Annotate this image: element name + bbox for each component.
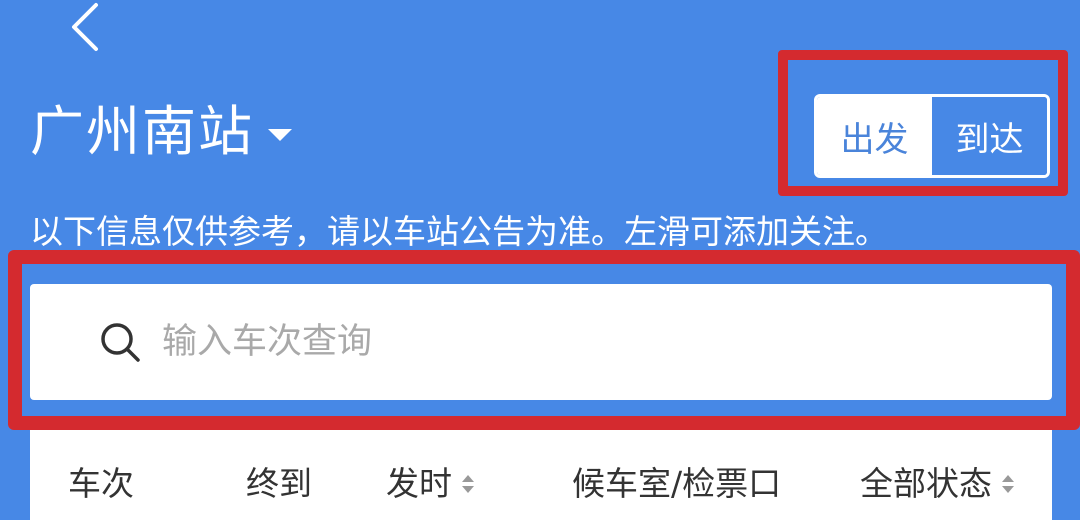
annotation-highlight-search <box>8 250 1080 430</box>
station-name: 广州南站 <box>30 100 254 163</box>
sort-icon <box>462 475 474 493</box>
back-button[interactable] <box>58 0 112 54</box>
column-status-filter[interactable]: 全部状态 <box>860 456 1014 512</box>
column-label: 终到 <box>246 464 312 503</box>
column-label: 车次 <box>68 464 134 503</box>
column-label: 候车室/检票口 <box>572 464 782 503</box>
column-label: 发时 <box>386 464 452 503</box>
column-train[interactable]: 车次 <box>68 456 134 512</box>
column-waiting-room[interactable]: 候车室/检票口 <box>572 456 781 512</box>
column-label: 全部状态 <box>860 464 992 503</box>
chevron-left-icon <box>72 3 98 51</box>
annotation-highlight-toggle <box>778 50 1068 196</box>
notice-text: 以下信息仅供参考，请以车站公告为准。左滑可添加关注。 <box>30 212 888 251</box>
caret-down-icon <box>268 129 292 141</box>
column-depart-time[interactable]: 发时 <box>386 456 474 512</box>
station-selector[interactable]: 广州南站 <box>30 96 292 168</box>
sort-icon <box>1002 475 1014 493</box>
column-terminal[interactable]: 终到 <box>246 456 312 512</box>
table-header: 车次 终到 发时 候车室/检票口 全部状态 <box>30 430 1052 520</box>
